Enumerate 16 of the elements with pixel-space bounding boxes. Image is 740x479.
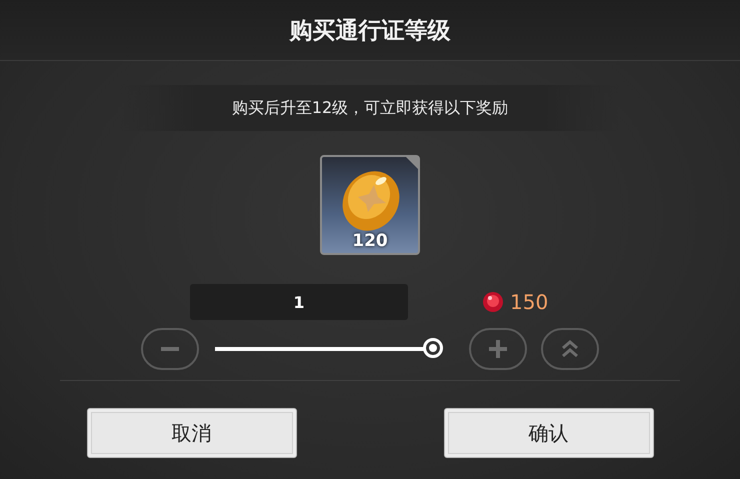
gem-icon [482,291,504,313]
minus-button[interactable] [141,328,199,370]
reward-message: 购买后升至12级，可立即获得以下奖励 [232,98,508,118]
max-button[interactable] [541,328,599,370]
slider-thumb[interactable] [423,338,443,358]
plus-button[interactable] [469,328,527,370]
minus-icon [161,347,179,351]
double-chevron-up-icon [560,339,580,359]
reward-item-card[interactable]: 120 [320,155,420,255]
cost-amount: 150 [510,290,548,314]
dialog-button[interactable]: 确认 [444,408,654,458]
reward-count: 120 [352,231,388,251]
quantity-field[interactable]: 1 [190,284,408,320]
dialog-title: 购买通行证等级 [290,16,450,46]
plus-icon [489,340,507,358]
dialog-button[interactable]: 取消 [86,408,296,458]
